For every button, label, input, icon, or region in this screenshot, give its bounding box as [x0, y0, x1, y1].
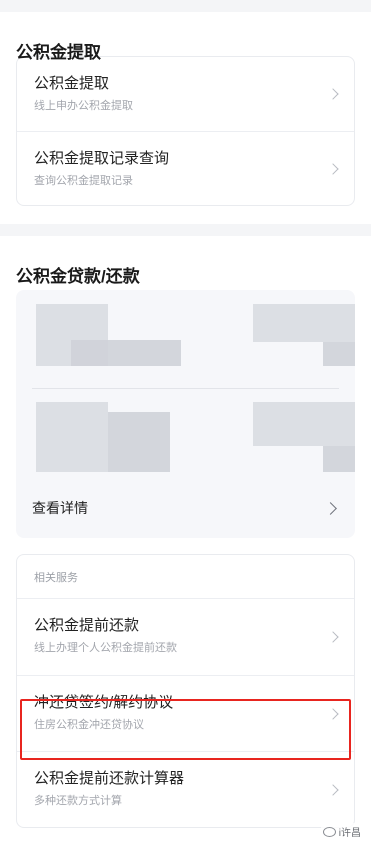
- withdraw-records-subtitle: 查询公积金提取记录: [34, 175, 133, 187]
- chevron-right-icon: [324, 501, 337, 515]
- chevron-right-icon: [327, 162, 339, 175]
- section-divider-band: [0, 224, 371, 236]
- top-divider-band: [0, 0, 371, 12]
- watermark: i许昌: [320, 823, 363, 840]
- loan-summary-card: 查看详情: [16, 290, 355, 538]
- withdraw-records-item[interactable]: 公积金提取记录查询 查询公积金提取记录: [17, 131, 354, 205]
- blurred-info: [253, 402, 355, 446]
- repayment-calculator-label: 公积金提前还款计算器: [34, 770, 185, 787]
- early-repayment-label: 公积金提前还款: [34, 617, 140, 634]
- withdraw-section-title: 公积金提取: [16, 43, 101, 62]
- highlight-box: [20, 699, 351, 760]
- related-services-header: 相关服务: [17, 555, 354, 599]
- repayment-calculator-item[interactable]: 公积金提前还款计算器 多种还款方式计算: [17, 751, 354, 827]
- withdraw-item[interactable]: 公积金提取 线上申办公积金提取: [17, 57, 354, 131]
- withdraw-item-subtitle: 线上申办公积金提取: [34, 100, 133, 112]
- chevron-right-icon: [327, 631, 339, 643]
- loan-details-label: 查看详情: [32, 500, 88, 516]
- blurred-info: [36, 402, 108, 472]
- withdraw-card: 公积金提取 线上申办公积金提取 公积金提取记录查询 查询公积金提取记录: [16, 56, 355, 206]
- blurred-info: [108, 412, 170, 472]
- withdraw-records-label: 公积金提取记录查询: [34, 150, 170, 167]
- loan-card-separator: [32, 388, 339, 389]
- withdraw-section: 公积金提取 公积金提取 线上申办公积金提取 公积金提取记录查询 查询公积金提取记…: [0, 12, 371, 206]
- watermark-text: i许昌: [338, 828, 361, 839]
- early-repayment-item[interactable]: 公积金提前还款 线上办理个人公积金提前还款: [17, 599, 354, 675]
- blurred-info: [253, 304, 355, 342]
- repayment-calculator-subtitle: 多种还款方式计算: [34, 795, 122, 807]
- loan-details-link[interactable]: 查看详情: [16, 478, 355, 538]
- loan-section-title: 公积金贷款/还款: [16, 267, 140, 286]
- blurred-info: [323, 342, 355, 366]
- withdraw-item-label: 公积金提取: [34, 75, 110, 92]
- blurred-info: [71, 340, 181, 366]
- blurred-info: [323, 446, 355, 472]
- related-services-card: 相关服务 公积金提前还款 线上办理个人公积金提前还款 冲还贷签约/解约协议 住房…: [16, 554, 355, 828]
- early-repayment-subtitle: 线上办理个人公积金提前还款: [34, 642, 177, 654]
- chevron-right-icon: [327, 88, 339, 100]
- wechat-icon: [322, 826, 336, 837]
- chevron-right-icon: [327, 783, 339, 796]
